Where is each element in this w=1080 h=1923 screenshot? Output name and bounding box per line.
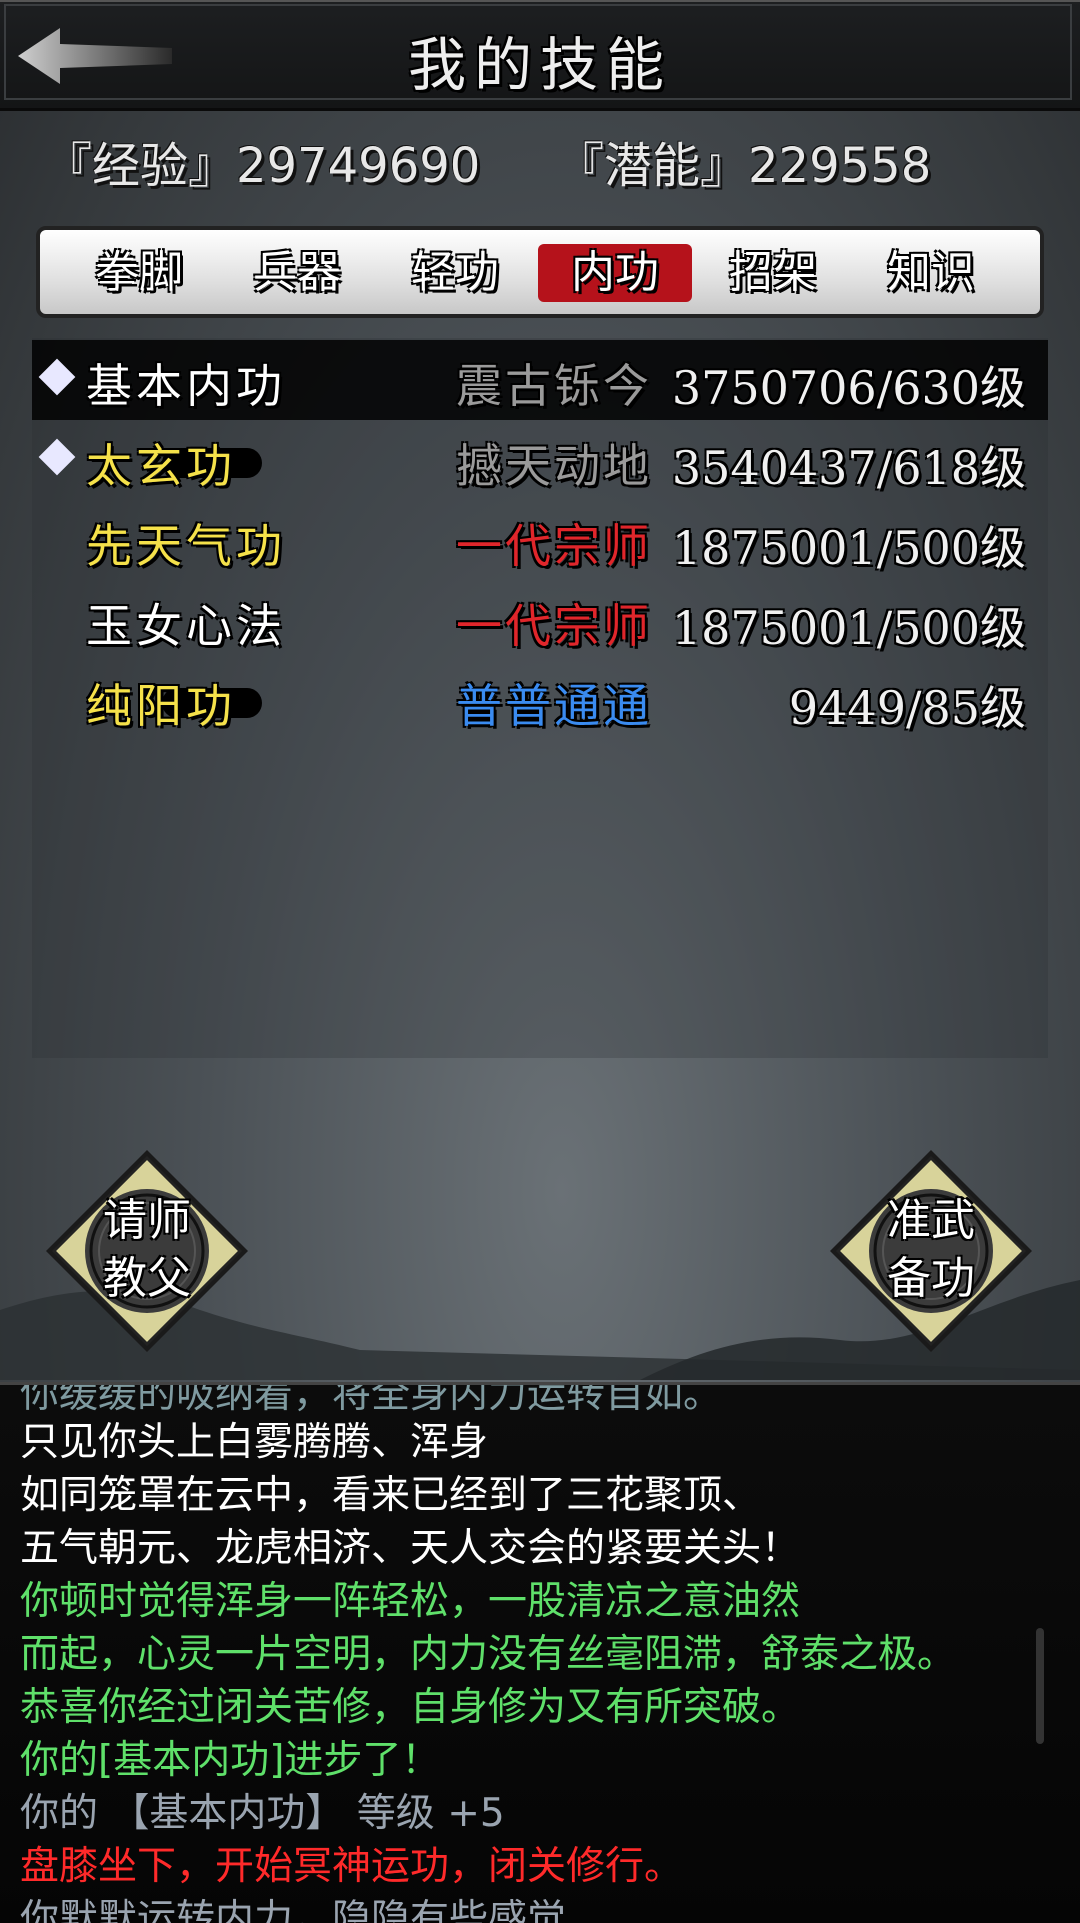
ask-master-label-line2: 教父 [103,1253,191,1304]
tab-inner-power[interactable]: 内功 [538,244,692,302]
prepare-skill-label: 准武 备功 [828,1192,1034,1308]
skill-category-tabs: 拳脚 兵器 轻功 内功 招架 知识 [36,226,1044,318]
prepare-skill-button[interactable]: 准武 备功 [828,1148,1034,1354]
skill-name: 先天气功 [86,519,286,573]
log-line: 你的[基本内功]进步了！ [20,1738,441,1783]
skill-row[interactable]: 先天气功 一代宗师 1875001/500级 [32,500,1048,580]
skill-level: 3540437/618级 [671,441,1026,495]
skill-name: 纯阳功 [86,679,236,733]
skill-level: 1875001/500级 [671,601,1026,655]
skill-name: 基本内功 [86,359,286,413]
page-title: 我的技能 [407,31,672,99]
ask-master-label: 请师 教父 [44,1192,250,1308]
skill-rank: 一代宗师 [456,519,652,573]
log-line: 五气朝元、龙虎相济、天人交会的紧要关头！ [20,1526,801,1571]
skill-row[interactable]: 基本内功 震古铄今 3750706/630级 [32,340,1048,420]
tab-fist[interactable]: 拳脚 [62,244,216,302]
skill-rank: 震古铄今 [456,359,652,413]
skill-level: 3750706/630级 [671,361,1026,415]
log-line: 你顿时觉得浑身一阵轻松，一股清凉之意油然 [20,1579,801,1624]
skill-rank: 普普通通 [456,679,652,733]
prepare-skill-label-line1: 准武 [887,1195,975,1246]
tab-lightness[interactable]: 轻功 [378,244,532,302]
experience-stat: 『经验』29749690 [44,138,481,194]
ask-master-label-line1: 请师 [103,1195,191,1246]
ask-master-button[interactable]: 请师 教父 [44,1148,250,1354]
log-line: 只见你头上白雾腾腾、浑身 [20,1420,489,1465]
skill-name: 太玄功 [86,439,236,493]
skill-row[interactable]: 太玄功 撼天动地 3540437/618级 [32,420,1048,500]
tab-knowledge[interactable]: 知识 [854,244,1008,302]
log-line: 你的 【基本内功】 等级 +5 [20,1791,505,1836]
skill-rank: 撼天动地 [456,439,652,493]
message-log[interactable]: 你缓缓的吸纳着，将全身内力运转自如。 只见你头上白雾腾腾、浑身 如同笼罩在云中，… [0,1382,1080,1923]
tab-parry[interactable]: 招架 [696,244,850,302]
log-line: 如同笼罩在云中，看来已经到了三花聚顶、 [20,1473,762,1518]
selected-marker-icon [38,438,76,476]
selected-marker-icon [38,358,76,396]
skill-level: 1875001/500级 [671,521,1026,575]
skill-row[interactable]: 纯阳功 普普通通 9449/85级 [32,660,1048,740]
log-line: 恭喜你经过闭关苦修，自身修为又有所突破。 [20,1685,801,1730]
skill-rank: 一代宗师 [456,599,652,653]
skill-level: 9449/85级 [788,681,1026,735]
prepare-skill-label-line2: 备功 [887,1253,975,1304]
tab-weapon[interactable]: 兵器 [220,244,374,302]
log-scrollbar[interactable] [1036,1628,1044,1744]
log-line: 盘膝坐下，开始冥神运功，闭关修行。 [20,1844,684,1889]
potential-stat: 『潜能』229558 [556,138,932,194]
log-line: 而起，心灵一片空明，内力没有丝毫阻滞，舒泰之极。 [20,1632,957,1677]
skill-name: 玉女心法 [86,599,286,653]
header-bar: 我的技能 [0,0,1080,111]
log-line: 你默默运转内力，隐隐有些感觉 [20,1897,567,1923]
skill-row[interactable]: 玉女心法 一代宗师 1875001/500级 [32,580,1048,660]
